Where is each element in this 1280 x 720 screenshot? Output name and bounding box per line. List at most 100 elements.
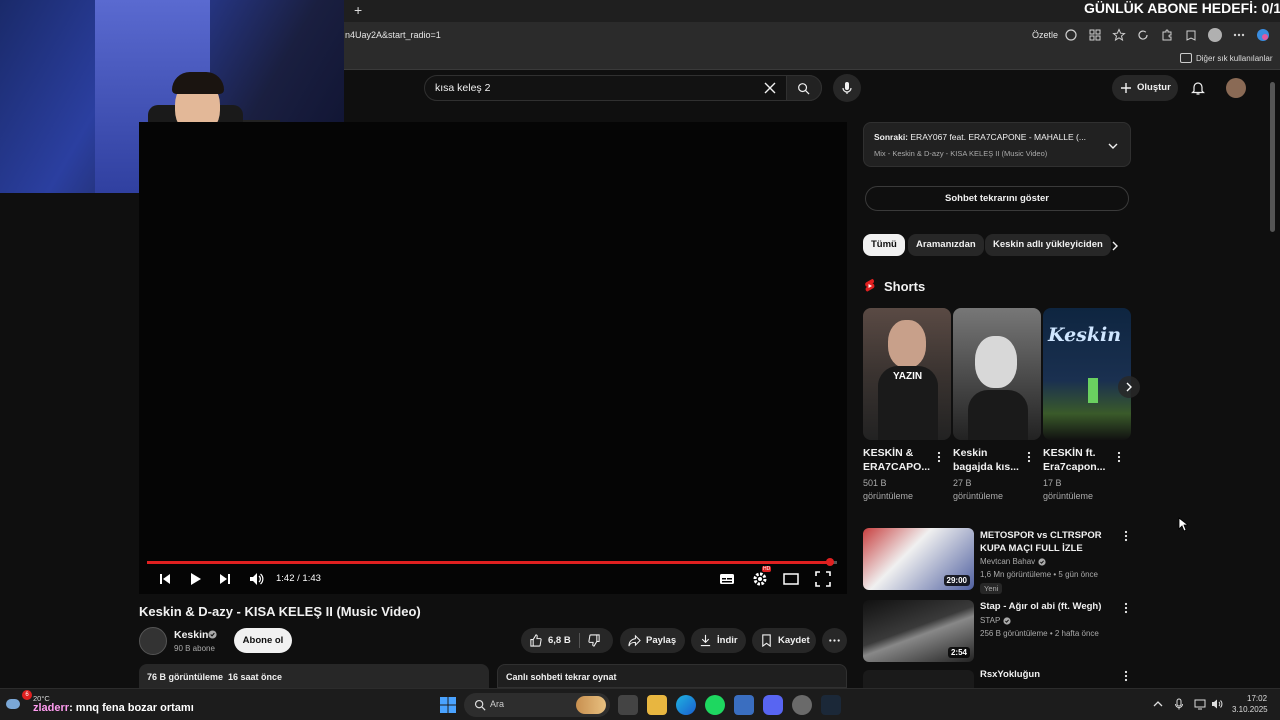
- more-options-icon[interactable]: [1232, 28, 1246, 42]
- short-face-1: [888, 320, 926, 368]
- discord-icon[interactable]: [763, 695, 783, 715]
- new-tab-button[interactable]: +: [354, 2, 362, 18]
- short-overlay-text-1: YAZIN: [893, 371, 923, 382]
- short-views-1: 501 B: [863, 478, 887, 488]
- account-avatar[interactable]: [1226, 78, 1246, 98]
- short-thumbnail-2[interactable]: [953, 308, 1041, 440]
- chat-replay-panel[interactable]: Canlı sohbeti tekrar oynat: [497, 664, 847, 688]
- chevron-right-icon[interactable]: [1109, 240, 1121, 252]
- share-button[interactable]: Paylaş: [620, 628, 685, 653]
- short-title-1[interactable]: KESKİN & ERA7CAPO...: [863, 446, 935, 474]
- related-title-3[interactable]: RsxYokluğun: [980, 668, 1120, 681]
- chip-from-search[interactable]: Aramanızdan: [908, 234, 984, 256]
- chat-username: zladerr: [33, 702, 70, 714]
- download-button[interactable]: İndir: [691, 628, 746, 653]
- up-next-card[interactable]: Sonraki: ERAY067 feat. ERA7CAPONE - MAHA…: [863, 122, 1131, 167]
- chevron-down-icon[interactable]: [1107, 140, 1119, 152]
- notifications-bell-icon[interactable]: [1190, 80, 1206, 96]
- short-face-2: [975, 336, 1017, 388]
- collections-icon[interactable]: [1184, 28, 1198, 42]
- fullscreen-icon[interactable]: [815, 571, 831, 587]
- short-thumbnail-3[interactable]: Keskin: [1043, 308, 1131, 440]
- profile-avatar[interactable]: [1208, 28, 1222, 42]
- spotify-icon[interactable]: [705, 695, 725, 715]
- progress-bar-played[interactable]: [147, 561, 831, 564]
- time-display: 1:42 / 1:43: [276, 573, 321, 584]
- related-title-2[interactable]: Stap - Ağır ol abi (ft. Wegh): [980, 600, 1120, 613]
- show-chat-replay-button[interactable]: Sohbet tekrarını göster: [865, 186, 1129, 211]
- channel-avatar[interactable]: [139, 627, 167, 655]
- taskbar-time[interactable]: 17:02: [1247, 694, 1267, 703]
- download-label: İndir: [717, 635, 738, 646]
- theater-mode-icon[interactable]: [783, 571, 799, 587]
- short-menu-icon-1[interactable]: [935, 451, 943, 463]
- create-button[interactable]: Oluştur: [1112, 75, 1178, 101]
- copilot-icon[interactable]: [1256, 28, 1270, 42]
- related-channel-2[interactable]: STAP: [980, 615, 1000, 627]
- apps-icon[interactable]: [1088, 28, 1102, 42]
- chat-message: : mnq fena bozar ortamı: [69, 702, 194, 714]
- voice-search-button[interactable]: [833, 74, 861, 102]
- url-text[interactable]: n4Uay2A&start_radio=1: [345, 30, 441, 40]
- next-icon[interactable]: [217, 571, 233, 587]
- related-channel-1[interactable]: Mevtcan Bahav: [980, 556, 1035, 568]
- steam-icon[interactable]: [821, 695, 841, 715]
- extensions-icon[interactable]: [1160, 28, 1174, 42]
- chip-from-uploader[interactable]: Keskin adlı yükleyiciden: [985, 234, 1111, 256]
- short-body-2: [968, 390, 1028, 440]
- save-button[interactable]: Kaydet: [752, 628, 816, 653]
- short-title-3[interactable]: KESKİN ft. Era7capon...: [1043, 446, 1115, 474]
- dislike-icon[interactable]: [588, 634, 601, 647]
- related-title-1[interactable]: METOSPOR vs CLTRSPOR KUPA MAÇI FULL İZLE: [980, 529, 1120, 555]
- play-icon[interactable]: [187, 571, 203, 587]
- shorts-next-button[interactable]: [1118, 376, 1140, 398]
- volume-icon[interactable]: [248, 571, 264, 587]
- tray-network-icon[interactable]: [1194, 698, 1206, 710]
- file-explorer-icon[interactable]: [647, 695, 667, 715]
- refresh-icon[interactable]: [1136, 28, 1150, 42]
- related-thumbnail-1[interactable]: 29:00: [863, 528, 974, 590]
- weather-widget[interactable]: 6: [4, 690, 32, 713]
- windows-taskbar: 6 20°C zladerr: mnq fena bozar ortamı Ar…: [0, 688, 1280, 720]
- more-actions-button[interactable]: [822, 628, 847, 653]
- subscribe-button[interactable]: Abone ol: [234, 628, 292, 653]
- summarize-button[interactable]: Özetle: [1032, 30, 1058, 40]
- tray-volume-icon[interactable]: [1211, 698, 1223, 710]
- search-button[interactable]: [786, 75, 822, 101]
- chip-all[interactable]: Tümü: [863, 234, 905, 256]
- scrollbar-thumb[interactable]: [1270, 82, 1275, 232]
- short-menu-icon-2[interactable]: [1025, 451, 1033, 463]
- page-scrollbar[interactable]: [1270, 72, 1276, 684]
- windows-start-icon[interactable]: [440, 697, 456, 713]
- short-thumbnail-1[interactable]: YAZIN: [863, 308, 951, 440]
- favorite-star-icon[interactable]: [1112, 28, 1126, 42]
- short-menu-icon-3[interactable]: [1115, 451, 1123, 463]
- copilot-small-icon[interactable]: [1064, 28, 1078, 42]
- clear-search-icon[interactable]: [763, 81, 777, 95]
- edge-browser-icon[interactable]: [676, 695, 696, 715]
- channel-name[interactable]: Keskin: [174, 629, 208, 641]
- related-thumbnail-2[interactable]: 2:54: [863, 600, 974, 662]
- app-icon[interactable]: [734, 695, 754, 715]
- tray-chevron-up-icon[interactable]: [1153, 699, 1163, 709]
- short-title-2[interactable]: Keskin bagajda kıs...: [953, 446, 1025, 474]
- taskbar-date[interactable]: 3.10.2025: [1232, 705, 1268, 714]
- related-menu-icon-2[interactable]: [1122, 602, 1130, 614]
- like-count[interactable]: 6,8 B: [548, 635, 571, 646]
- previous-icon[interactable]: [157, 571, 173, 587]
- task-view-icon[interactable]: [618, 695, 638, 715]
- description-box[interactable]: 76 B görüntüleme 16 saat önce: [139, 664, 489, 688]
- weather-cloud-icon: [6, 699, 20, 709]
- shorts-heading: Shorts: [884, 279, 926, 294]
- related-thumbnail-3[interactable]: [863, 670, 974, 688]
- like-icon[interactable]: [529, 634, 542, 647]
- obs-icon[interactable]: [792, 695, 812, 715]
- related-menu-icon-1[interactable]: [1122, 530, 1130, 542]
- settings-gear-icon[interactable]: [752, 571, 768, 587]
- taskbar-search[interactable]: Ara: [464, 693, 610, 717]
- subtitles-icon[interactable]: [719, 571, 735, 587]
- other-favorites-link[interactable]: Diğer sık kullanılanlar: [1196, 54, 1272, 63]
- related-menu-icon-3[interactable]: [1122, 670, 1130, 682]
- video-player[interactable]: [139, 122, 847, 594]
- tray-microphone-icon[interactable]: [1174, 698, 1184, 710]
